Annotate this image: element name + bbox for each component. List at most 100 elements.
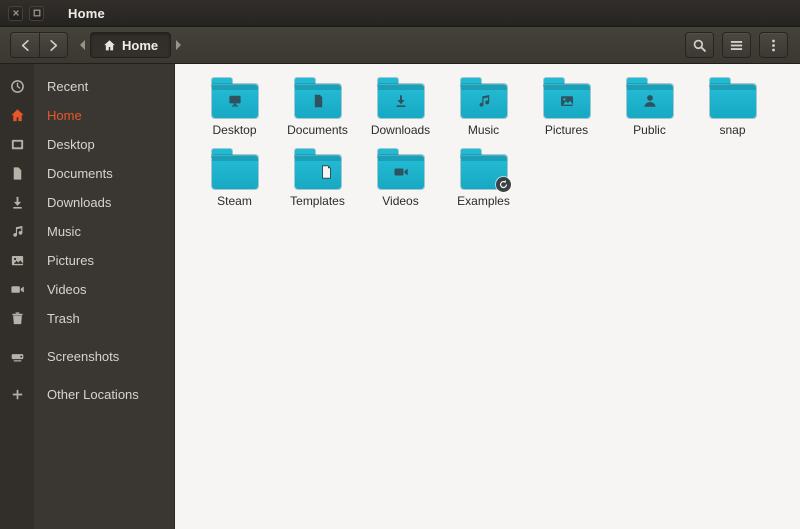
sidebar-item-label: Documents [47, 166, 113, 181]
folder-icon [294, 149, 341, 189]
sidebar-item-label: Desktop [47, 137, 95, 152]
sidebar-item-label: Videos [47, 282, 87, 297]
folder-item-snap[interactable]: snap [691, 78, 774, 137]
sidebar-item-label: Music [47, 224, 81, 239]
document-icon [0, 166, 34, 181]
folder-icon [460, 78, 507, 118]
file-view[interactable]: Desktop Documents Downloads Music Pictur… [175, 64, 800, 529]
folder-label: Desktop [212, 123, 257, 137]
folder-icon [543, 78, 590, 118]
folder-label: Downloads [370, 123, 431, 137]
folder-label: Templates [290, 194, 345, 208]
folder-item-steam[interactable]: Steam [193, 149, 276, 208]
clock-icon [0, 79, 34, 94]
folder-label: snap [719, 123, 746, 137]
search-icon [692, 38, 707, 53]
folder-icon [626, 78, 673, 118]
titlebar: Home [0, 0, 800, 27]
plus-icon [0, 387, 34, 402]
video-camera-icon [0, 282, 34, 297]
home-icon [103, 39, 116, 52]
download-icon [0, 195, 34, 210]
person-emblem-icon [642, 93, 658, 109]
folder-item-documents[interactable]: Documents [276, 78, 359, 137]
sidebar-item-screenshots[interactable]: Screenshots [0, 342, 174, 371]
close-icon [12, 9, 20, 17]
sidebar-item-label: Recent [47, 79, 89, 94]
toolbar: Home [0, 27, 800, 64]
back-arrow-icon [18, 38, 33, 53]
monitor-emblem-icon [227, 93, 243, 109]
path-label: Home [122, 37, 159, 53]
sidebar-item-label: Trash [47, 311, 80, 326]
sidebar-item-pictures[interactable]: Pictures [0, 246, 174, 275]
frame-icon [0, 137, 34, 152]
folder-grid: Desktop Documents Downloads Music Pictur… [193, 78, 786, 208]
folder-item-videos[interactable]: Videos [359, 149, 442, 208]
sidebar-item-label: Other Locations [47, 387, 139, 402]
folder-icon [211, 149, 258, 189]
folder-icon [460, 149, 511, 192]
music-note-emblem-icon [476, 93, 492, 109]
sidebar-item-label: Downloads [47, 195, 112, 210]
sidebar-item-documents[interactable]: Documents [0, 159, 174, 188]
video-camera-emblem-icon [393, 164, 409, 180]
link-emblem-icon [495, 177, 511, 192]
sidebar-item-label: Home [47, 108, 82, 123]
folder-icon [709, 78, 756, 118]
home-icon [0, 108, 34, 123]
forward-arrow-icon [46, 38, 61, 53]
window-title: Home [68, 5, 105, 21]
close-button[interactable] [8, 5, 23, 21]
maximize-button[interactable] [29, 5, 44, 21]
file-manager-window: Home Home Recent Home Desktop Documents … [0, 0, 800, 529]
folder-item-pictures[interactable]: Pictures [525, 78, 608, 137]
sidebar: Recent Home Desktop Documents Downloads … [0, 64, 175, 529]
folder-item-music[interactable]: Music [442, 78, 525, 137]
sidebar-item-label: Screenshots [47, 349, 120, 364]
path-bar: Home [80, 32, 182, 58]
picture-icon [0, 253, 34, 268]
drive-icon [0, 349, 34, 364]
sidebar-item-trash[interactable]: Trash [0, 304, 174, 333]
folder-icon [294, 78, 341, 118]
toolbar-actions [685, 32, 788, 58]
folder-label: Public [633, 123, 666, 137]
path-scroll-left-icon[interactable] [80, 40, 85, 50]
sidebar-item-music[interactable]: Music [0, 217, 174, 246]
template-page-emblem-icon [318, 164, 334, 180]
sidebar-item-videos[interactable]: Videos [0, 275, 174, 304]
sidebar-item-recent[interactable]: Recent [0, 72, 174, 101]
forward-button[interactable] [39, 32, 68, 58]
search-button[interactable] [685, 32, 714, 58]
path-scroll-right-icon[interactable] [176, 40, 182, 50]
folder-label: Examples [457, 194, 510, 208]
window-body: Recent Home Desktop Documents Downloads … [0, 64, 800, 529]
folder-item-downloads[interactable]: Downloads [359, 78, 442, 137]
maximize-icon [33, 9, 41, 17]
folder-item-public[interactable]: Public [608, 78, 691, 137]
folder-label: Steam [217, 194, 252, 208]
folder-label: Music [467, 123, 500, 137]
sidebar-item-other-locations[interactable]: Other Locations [0, 380, 174, 409]
trash-icon [0, 311, 34, 326]
folder-icon [377, 149, 424, 189]
folder-label: Videos [382, 194, 419, 208]
list-view-icon [729, 38, 744, 53]
path-button-home[interactable]: Home [90, 32, 172, 58]
folder-item-desktop[interactable]: Desktop [193, 78, 276, 137]
sidebar-item-home[interactable]: Home [0, 101, 174, 130]
back-button[interactable] [10, 32, 39, 58]
sidebar-item-desktop[interactable]: Desktop [0, 130, 174, 159]
folder-item-examples[interactable]: Examples [442, 149, 525, 208]
vertical-dots-icon [766, 38, 781, 53]
view-toggle-button[interactable] [722, 32, 751, 58]
history-nav-group [10, 32, 68, 58]
folder-label: Documents [287, 123, 348, 137]
photo-emblem-icon [559, 93, 575, 109]
menu-button[interactable] [759, 32, 788, 58]
folder-icon [377, 78, 424, 118]
document-emblem-icon [310, 93, 326, 109]
sidebar-item-downloads[interactable]: Downloads [0, 188, 174, 217]
folder-item-templates[interactable]: Templates [276, 149, 359, 208]
